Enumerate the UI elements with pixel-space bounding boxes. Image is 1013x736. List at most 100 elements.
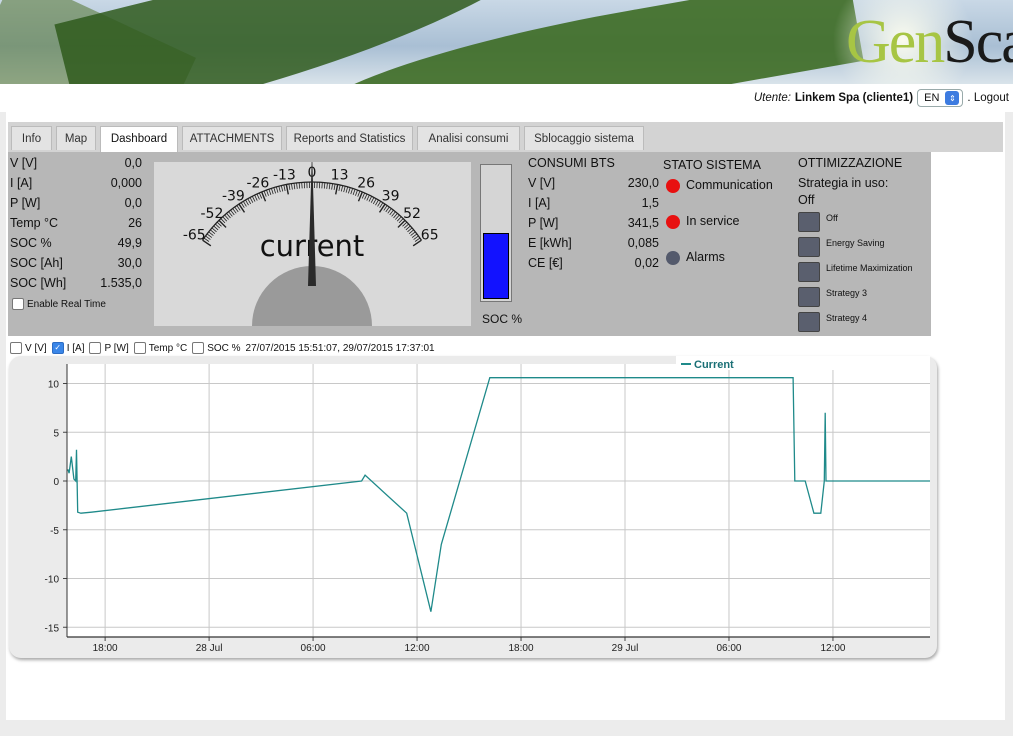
y-tick-label: 5 [53, 428, 59, 439]
measure-value: 0,0 [124, 196, 142, 210]
gauge-tick-label: 26 [357, 176, 375, 192]
gauge-tick [285, 184, 289, 195]
gauge-tick [389, 209, 394, 216]
y-tick-label: 0 [53, 477, 59, 488]
strategy-button[interactable] [798, 212, 820, 232]
genscada-logo[interactable]: GenScada [846, 0, 1013, 84]
tab-sbloccaggio[interactable]: Sblocaggio sistema [524, 126, 644, 150]
consumi-label: V [V] [528, 176, 556, 190]
measure-value: 49,9 [117, 236, 142, 250]
gauge-tick [413, 235, 419, 240]
consumi-label: I [A] [528, 196, 551, 210]
gauge-tick [345, 186, 349, 193]
gauge-tick-label: 65 [421, 228, 439, 244]
gauge-tick [232, 208, 237, 214]
tab-map[interactable]: Map [56, 126, 96, 150]
tab-analisi-consumi[interactable]: Analisi consumi [417, 126, 520, 150]
series-selector: V [V] ✓ I [A] P [W] Temp °C SOC % 27/07/2015 1… [10, 340, 435, 356]
gauge-tick [210, 229, 216, 234]
strategy-button[interactable] [798, 262, 820, 282]
gauge-tick [258, 192, 263, 199]
series-toggle[interactable]: P [W] [89, 342, 129, 354]
x-tick-label: 06:00 [716, 643, 741, 654]
x-tick-label: 18:00 [93, 643, 118, 654]
measure-label: SOC [Wh] [10, 276, 67, 290]
gauge-tick [245, 199, 249, 206]
gauge-tick [278, 186, 281, 193]
logout-link[interactable]: . Logout [967, 92, 1009, 104]
measure-label: P [W] [10, 196, 41, 210]
gauge-tick [238, 203, 246, 213]
gauge-tick-label: 13 [331, 168, 349, 184]
soc-bar-fill [483, 233, 509, 299]
soc-label: SOC % [482, 312, 523, 326]
tab-attachments[interactable]: ATTACHMENTS [182, 126, 282, 150]
language-select[interactable]: EN ⇕ [917, 89, 964, 107]
x-tick-label: 12:00 [405, 643, 430, 654]
measure-label: SOC [Ah] [10, 256, 63, 270]
status-label: In service [686, 214, 740, 228]
consumi-value: 0,02 [634, 256, 659, 270]
strategy-button[interactable] [798, 287, 820, 307]
series-label: SOC % [207, 342, 241, 354]
series-checkbox[interactable] [10, 342, 22, 354]
series-checkbox[interactable] [192, 342, 205, 354]
gauge-tick-label: -13 [273, 168, 296, 184]
user-name: Linkem Spa (cliente1) [794, 92, 914, 104]
consumi-value: 0,085 [627, 236, 659, 250]
gauge-tick [368, 196, 373, 202]
gauge-tick [357, 190, 361, 197]
gauge-tick [291, 183, 293, 190]
gauge-tick [350, 188, 353, 195]
series-toggle[interactable]: ✓ I [A] [51, 342, 84, 354]
series-toggle[interactable]: Temp °C [133, 342, 187, 354]
current-chart: 10 5 0 -5 -10 -15 18:00 28 Jul 06:00 12:00 18:00 29… [9, 356, 937, 658]
gauge-tick [323, 182, 326, 189]
tab-reports[interactable]: Reports and Statistics [286, 126, 413, 150]
tab-bar: Info Map Dashboard ATTACHMENTS Reports a… [8, 122, 1003, 153]
consumi-row: CE [€] 0,02 [528, 256, 659, 274]
measure-row: SOC % 49,9 [10, 236, 142, 254]
series-checkbox[interactable] [133, 342, 146, 354]
series-toggle[interactable]: SOC % [192, 342, 241, 354]
series-checkbox[interactable] [89, 342, 102, 354]
strategy-button[interactable] [798, 237, 820, 257]
gauge-tick [387, 208, 392, 214]
y-tick-label: -10 [45, 575, 60, 586]
gauge-tick [372, 198, 377, 205]
consumi-value: 230,0 [627, 176, 659, 190]
x-tick-label: 12:00 [820, 643, 845, 654]
gauge-tick [405, 225, 411, 231]
gauge-tick [328, 183, 331, 190]
strategy-button[interactable] [798, 312, 820, 332]
measure-label: Temp °C [10, 216, 59, 230]
gauge-svg: -65-52-39-26-1301326395265current [183, 150, 439, 326]
series-checkbox[interactable]: ✓ [51, 342, 64, 354]
consumi-row: V [V] 230,0 [528, 176, 659, 194]
measure-row: I [A] 0,000 [10, 176, 142, 194]
gauge-tick [283, 184, 286, 191]
consumi-value: 341,5 [627, 216, 659, 230]
measure-row: P [W] 0,0 [10, 196, 142, 214]
series-toggle[interactable]: V [V] [10, 342, 47, 354]
realtime-checkbox[interactable] [12, 298, 24, 310]
gauge-tick [256, 193, 260, 200]
measure-value: 1.535,0 [100, 276, 142, 290]
series-label: V [V] [25, 342, 47, 354]
legend-label[interactable]: Current [694, 359, 734, 371]
gauge-tick [273, 187, 276, 194]
y-tick-label: 10 [48, 380, 60, 391]
tab-info[interactable]: Info [11, 126, 52, 150]
gauge-tick [393, 213, 398, 219]
status-light-icon [666, 215, 680, 229]
gauge-tick [326, 182, 328, 189]
gauge-tick-label: -52 [201, 206, 224, 222]
tab-dashboard[interactable]: Dashboard [100, 126, 178, 153]
gauge-tick [370, 197, 375, 203]
gauge-tick [263, 190, 267, 197]
gauge-tick [335, 184, 339, 195]
consumi-value: 1,5 [641, 196, 659, 210]
gauge-tick [280, 185, 284, 192]
realtime-toggle[interactable]: Enable Real Time [12, 298, 106, 310]
current-gauge: -65-52-39-26-1301326395265current [154, 150, 471, 326]
